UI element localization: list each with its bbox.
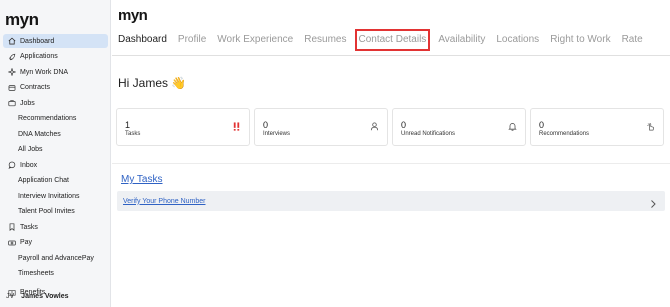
sidebar-item-timesheets[interactable]: Timesheets xyxy=(3,267,108,281)
tab-availability[interactable]: Availability xyxy=(438,29,485,51)
profile-tabs: Dashboard Profile Work Experience Resume… xyxy=(118,29,643,51)
tab-profile[interactable]: Profile xyxy=(178,29,206,51)
tab-rate[interactable]: Rate xyxy=(622,29,643,51)
sidebar-item-label: Talent Pool Invites xyxy=(18,208,75,215)
card-value: 0 xyxy=(263,120,269,130)
sidebar-logo[interactable]: myn xyxy=(5,10,39,30)
sidebar-item-work-dna[interactable]: Myn Work DNA xyxy=(3,65,108,79)
sidebar-item-label: Pay xyxy=(20,239,33,246)
sidebar-item-pay[interactable]: Pay xyxy=(3,236,108,250)
card-label: Recommendations xyxy=(539,131,590,137)
sidebar-item-label: Contracts xyxy=(20,84,50,91)
card-tasks[interactable]: 1 Tasks xyxy=(116,108,250,146)
sidebar-item-label: Jobs xyxy=(20,99,35,107)
rocket-icon xyxy=(7,52,16,61)
sidebar-item-contracts[interactable]: Contracts xyxy=(3,81,108,95)
card-label: Unread Notifications xyxy=(401,131,456,137)
sidebar-item-label: Interview Invitations xyxy=(18,192,80,200)
card-interviews[interactable]: 0 Interviews xyxy=(254,108,388,146)
card-recommendations[interactable]: 0 Recommendations xyxy=(530,108,664,146)
sidebar-item-applications[interactable]: Applications xyxy=(3,50,108,64)
sidebar-item-jobs[interactable]: Jobs xyxy=(3,96,108,110)
sidebar-item-all-jobs[interactable]: All Jobs xyxy=(3,143,108,157)
tab-resumes[interactable]: Resumes xyxy=(304,29,346,51)
sidebar-item-label: Application Chat xyxy=(18,177,69,184)
sidebar-item-label: Dashboard xyxy=(20,37,55,45)
bell-icon xyxy=(508,118,517,131)
tab-dashboard[interactable]: Dashboard xyxy=(118,29,167,51)
sidebar-item-application-chat[interactable]: Application Chat xyxy=(3,174,108,188)
pointer-icon xyxy=(646,118,655,131)
sidebar-item-label: DNA Matches xyxy=(18,130,61,138)
briefcase-icon xyxy=(7,99,16,108)
sidebar-item-tasks[interactable]: Tasks xyxy=(3,220,108,234)
chat-icon xyxy=(7,161,16,170)
sidebar-item-label: Timesheets xyxy=(18,270,54,277)
sidebar-item-label: Tasks xyxy=(20,223,38,231)
card-value: 0 xyxy=(539,120,545,130)
tab-locations[interactable]: Locations xyxy=(496,29,539,51)
sidebar-item-label: Payroll and AdvancePay xyxy=(18,254,94,262)
alert-icon xyxy=(232,118,241,131)
home-icon xyxy=(7,37,16,46)
user-name: James Vowles xyxy=(21,293,69,300)
contract-icon xyxy=(7,83,16,92)
sidebar-item-label: All Jobs xyxy=(18,146,43,153)
sparkle-icon xyxy=(7,68,16,77)
my-tasks-link[interactable]: My Tasks xyxy=(121,174,163,185)
task-label[interactable]: Verify Your Phone Number xyxy=(123,198,206,205)
tab-right-to-work[interactable]: Right to Work xyxy=(550,29,610,51)
bookmark-icon xyxy=(7,223,16,232)
sidebar-item-recommendations[interactable]: Recommendations xyxy=(3,112,108,126)
sidebar-item-talent-pool-invites[interactable]: Talent Pool Invites xyxy=(3,205,108,219)
sidebar-item-label: Myn Work DNA xyxy=(20,68,69,76)
sidebar-item-label: Applications xyxy=(20,53,58,60)
tab-work-experience[interactable]: Work Experience xyxy=(217,29,293,51)
card-label: Interviews xyxy=(263,131,291,137)
summary-cards: 1 Tasks 0 Interviews 0 Unread Notificati… xyxy=(116,108,664,146)
sidebar-item-label: Inbox xyxy=(20,161,38,169)
header-divider xyxy=(112,55,670,56)
card-unread-notifications[interactable]: 0 Unread Notifications xyxy=(392,108,526,146)
sidebar-nav: Dashboard Applications Myn Work DNA Cont… xyxy=(3,34,108,301)
greeting: Hi James 👋 xyxy=(118,76,187,90)
card-value: 1 xyxy=(125,120,131,130)
money-icon xyxy=(7,238,16,247)
main-content: myn Dashboard Profile Work Experience Re… xyxy=(112,0,670,307)
task-row[interactable]: Verify Your Phone Number xyxy=(117,191,665,211)
sidebar-item-inbox[interactable]: Inbox xyxy=(3,158,108,172)
sidebar-item-interview-invitations[interactable]: Interview Invitations xyxy=(3,189,108,203)
person-icon xyxy=(370,118,379,131)
section-divider xyxy=(112,163,670,164)
avatar: JV xyxy=(6,293,15,300)
sidebar-item-dna-matches[interactable]: DNA Matches xyxy=(3,127,108,141)
card-label: Tasks xyxy=(125,131,141,137)
tab-contact-details[interactable]: Contact Details xyxy=(354,29,431,51)
sidebar-item-label: Recommendations xyxy=(18,115,77,122)
card-value: 0 xyxy=(401,120,407,130)
sidebar: myn Dashboard Applications Myn Work DNA … xyxy=(0,0,111,307)
sidebar-item-payroll[interactable]: Payroll and AdvancePay xyxy=(3,251,108,265)
chevron-right-icon xyxy=(649,196,657,208)
sidebar-item-dashboard[interactable]: Dashboard xyxy=(3,34,108,48)
user-profile[interactable]: JV James Vowles xyxy=(6,293,69,300)
header-logo[interactable]: myn xyxy=(118,7,148,24)
